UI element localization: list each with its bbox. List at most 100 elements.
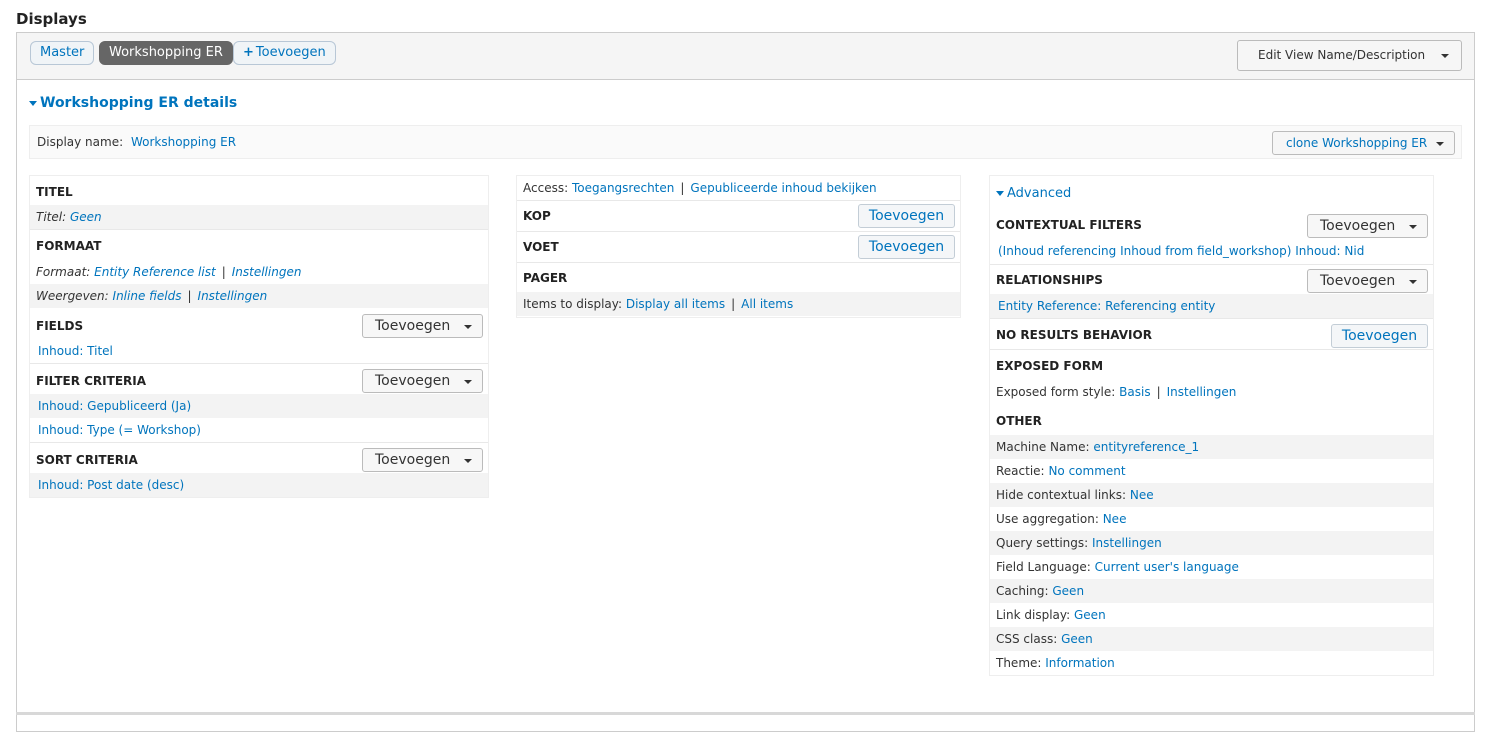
chevron-down-icon[interactable]: [1409, 280, 1417, 284]
edit-view-name-button[interactable]: Edit View Name/Description: [1237, 40, 1462, 71]
chevron-down-icon[interactable]: [1436, 142, 1444, 146]
sort-add-button[interactable]: Toevoegen: [362, 448, 483, 472]
other-label: Use aggregation:: [996, 512, 1099, 526]
divider: [517, 200, 960, 201]
divider: [30, 442, 488, 443]
filter-link[interactable]: Inhoud: Gepubliceerd (Ja): [38, 399, 191, 413]
contextual-filter-link[interactable]: (Inhoud referencing Inhoud from field_wo…: [998, 244, 1364, 258]
field-link[interactable]: Inhoud: Titel: [38, 344, 113, 358]
edit-view-label: Edit View Name/Description: [1258, 48, 1426, 62]
list-item: Inhoud: Gepubliceerd (Ja): [30, 394, 488, 418]
pager-items-link[interactable]: All items: [741, 297, 793, 311]
panel-bottom-border: [16, 712, 1475, 715]
kop-add-button[interactable]: Toevoegen: [858, 204, 955, 228]
weergeven-settings-link[interactable]: Instellingen: [198, 289, 268, 303]
other-value-link[interactable]: Nee: [1103, 512, 1127, 526]
other-value-link[interactable]: No comment: [1048, 464, 1125, 478]
exposed-form-value-link[interactable]: Basis: [1119, 385, 1150, 399]
exposed-form-row: Exposed form style: Basis | Instellingen: [990, 380, 1433, 404]
chevron-down-icon[interactable]: [464, 459, 472, 463]
separator: |: [1156, 385, 1161, 399]
other-value-link[interactable]: Instellingen: [1092, 536, 1162, 550]
other-label: Hide contextual links:: [996, 488, 1127, 502]
relationship-link[interactable]: Entity Reference: Referencing entity: [998, 299, 1215, 313]
list-item: Entity Reference: Referencing entity: [990, 294, 1433, 318]
formaat-settings-link[interactable]: Instellingen: [232, 265, 302, 279]
details-toggle[interactable]: Workshopping ER details: [29, 95, 237, 111]
pager-row: Items to display: Display all items | All …: [517, 292, 960, 316]
separator: |: [680, 181, 685, 195]
no-results-add-button[interactable]: Toevoegen: [1331, 324, 1428, 348]
other-row-machine-name: Machine Name: entityreference_1: [990, 435, 1433, 459]
other-row-hide-contextual: Hide contextual links: Nee: [990, 483, 1433, 507]
page-title: Displays: [16, 10, 87, 28]
other-row-query-settings: Query settings: Instellingen: [990, 531, 1433, 555]
titel-row: Titel: Geen: [30, 205, 488, 229]
tab-master[interactable]: Master: [30, 41, 95, 65]
access-value-link[interactable]: Toegangsrechten: [572, 181, 674, 195]
divider: [990, 318, 1433, 319]
titel-value-link[interactable]: Geen: [70, 210, 102, 224]
other-value-link[interactable]: Geen: [1052, 584, 1084, 598]
add-display-button[interactable]: + Toevoegen: [233, 41, 336, 65]
column-second: Access: Toegangsrechten | Gepubliceerde in…: [516, 175, 961, 318]
weergeven-value-link[interactable]: Inline fields: [113, 289, 182, 303]
formaat-row: Formaat: Entity Reference list | Instellin…: [30, 260, 488, 284]
separator: |: [731, 297, 736, 311]
chevron-down-icon[interactable]: [1409, 225, 1417, 229]
fields-add-button[interactable]: Toevoegen: [362, 314, 483, 338]
access-label: Access:: [523, 181, 569, 195]
access-permission-link[interactable]: Gepubliceerde inhoud bekijken: [690, 181, 876, 195]
display-name-row: Display name: Workshopping ER clone Work…: [29, 125, 1462, 159]
pager-label: Items to display:: [523, 297, 623, 311]
clone-display-button[interactable]: clone Workshopping ER: [1272, 131, 1455, 155]
other-value-link[interactable]: Information: [1045, 656, 1114, 670]
relationships-add-label: Toevoegen: [1320, 273, 1396, 289]
other-value-link[interactable]: Nee: [1130, 488, 1154, 502]
titel-heading: TITEL: [36, 185, 73, 199]
pager-value-link[interactable]: Display all items: [626, 297, 725, 311]
titel-label: Titel:: [36, 210, 67, 224]
other-label: Query settings:: [996, 536, 1089, 550]
exposed-form-settings-link[interactable]: Instellingen: [1167, 385, 1237, 399]
chevron-down-icon[interactable]: [464, 380, 472, 384]
sort-link[interactable]: Inhoud: Post date (desc): [38, 478, 184, 492]
relationships-add-button[interactable]: Toevoegen: [1307, 269, 1428, 293]
access-row: Access: Toegangsrechten | Gepubliceerde in…: [517, 176, 960, 200]
other-label: Reactie:: [996, 464, 1045, 478]
filter-add-label: Toevoegen: [375, 373, 451, 389]
other-row-caching: Caching: Geen: [990, 579, 1433, 603]
filter-link[interactable]: Inhoud: Type (= Workshop): [38, 423, 201, 437]
other-label: Machine Name:: [996, 440, 1090, 454]
chevron-down-icon[interactable]: [1441, 54, 1449, 58]
other-value-link[interactable]: entityreference_1: [1093, 440, 1199, 454]
exposed-form-heading: EXPOSED FORM: [996, 359, 1104, 373]
chevron-down-icon[interactable]: [464, 325, 472, 329]
divider: [30, 363, 488, 364]
advanced-toggle[interactable]: Advanced: [996, 186, 1071, 201]
list-item: Inhoud: Post date (desc): [30, 473, 488, 497]
other-label: Link display:: [996, 608, 1071, 622]
other-row-field-language: Field Language: Current user's language: [990, 555, 1433, 579]
other-label: Caching:: [996, 584, 1049, 598]
sort-add-label: Toevoegen: [375, 452, 451, 468]
other-label: Theme:: [996, 656, 1042, 670]
divider: [517, 231, 960, 232]
list-item: (Inhoud referencing Inhoud from field_wo…: [990, 239, 1433, 263]
tab-workshopping-er[interactable]: Workshopping ER: [99, 41, 233, 65]
other-value-link[interactable]: Geen: [1074, 608, 1106, 622]
details-title: Workshopping ER details: [40, 95, 238, 111]
other-label: CSS class:: [996, 632, 1058, 646]
pager-heading: PAGER: [523, 271, 568, 285]
voet-add-button[interactable]: Toevoegen: [858, 235, 955, 259]
display-name-label: Display name:: [37, 135, 124, 149]
filter-add-button[interactable]: Toevoegen: [362, 369, 483, 393]
other-row-aggregation: Use aggregation: Nee: [990, 507, 1433, 531]
contextual-add-button[interactable]: Toevoegen: [1307, 214, 1428, 238]
display-name-link[interactable]: Workshopping ER: [131, 135, 236, 149]
formaat-value-link[interactable]: Entity Reference list: [94, 265, 216, 279]
add-display-label: Toevoegen: [255, 45, 326, 60]
other-value-link[interactable]: Geen: [1061, 632, 1093, 646]
other-value-link[interactable]: Current user's language: [1095, 560, 1239, 574]
divider: [990, 349, 1433, 350]
